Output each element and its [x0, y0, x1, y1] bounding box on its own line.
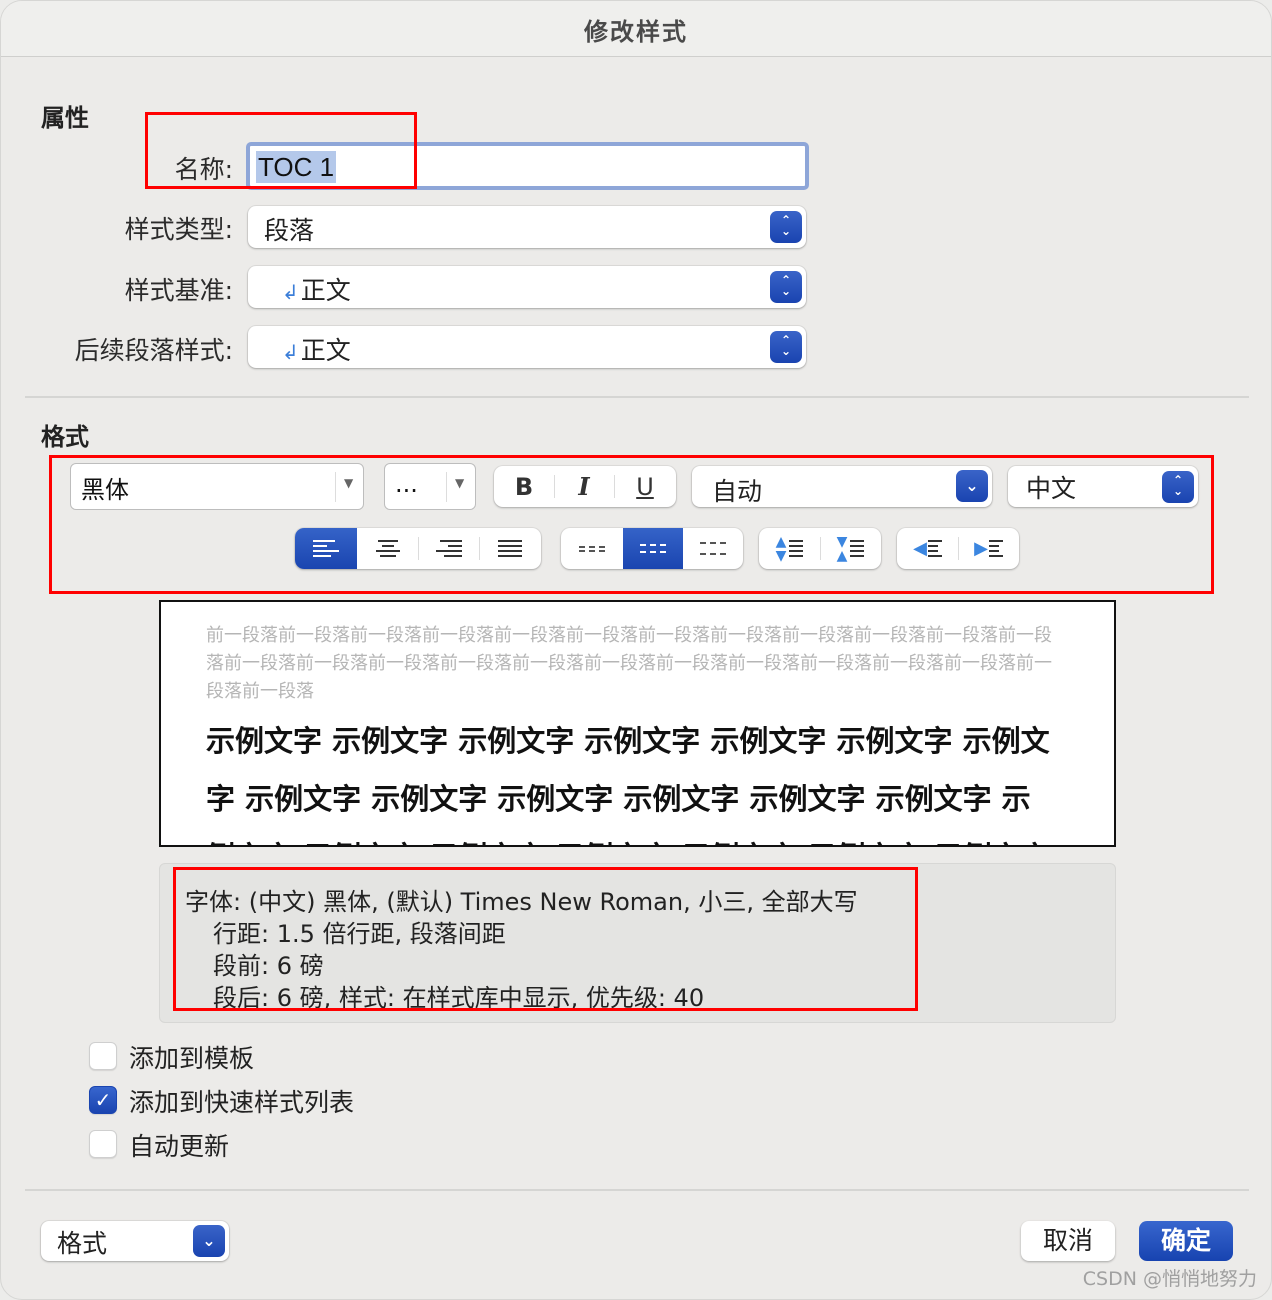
font-color-select[interactable]: 自动 ⌄: [692, 466, 992, 507]
auto-update-label: 自动更新: [129, 1132, 230, 1161]
align-right-icon: [435, 540, 462, 557]
format-heading: 格式: [41, 423, 89, 451]
add-to-template-label: 添加到模板: [129, 1044, 255, 1073]
decrease-indent-icon: ◀: [913, 539, 942, 557]
updown-stepper-icon: ⌃ ⌄: [1162, 471, 1194, 503]
auto-update-checkbox[interactable]: [89, 1130, 117, 1158]
underline-icon: U: [636, 472, 654, 501]
font-size-combo[interactable]: ... ▼: [384, 463, 476, 510]
style-description: 字体: (中文) 黑体, (默认) Times New Roman, 小三, 全…: [159, 863, 1116, 1023]
based-on-label: 样式基准:: [124, 276, 233, 305]
dropdown-arrow-icon[interactable]: ▼: [455, 476, 464, 490]
description-font: 字体: (中文) 黑体, (默认) Times New Roman, 小三, 全…: [185, 888, 858, 916]
format-menu-label: 格式: [57, 1229, 108, 1258]
align-right-button[interactable]: [418, 528, 479, 569]
description-line-spacing: 行距: 1.5 倍行距, 段落间距: [213, 920, 506, 948]
next-style-select[interactable]: ↲正文 ⌃ ⌄: [248, 326, 806, 368]
name-value-selected: TOC 1: [256, 151, 337, 183]
updown-stepper-icon: ⌃ ⌄: [770, 271, 802, 303]
modify-style-dialog: 修改样式 属性 名称: TOC 1 样式类型: 段落 ⌃ ⌄ 样式基准: ↲正文 …: [0, 0, 1272, 1300]
chevron-down-icon: ⌄: [193, 1225, 225, 1257]
updown-stepper-icon: ⌃ ⌄: [770, 211, 802, 243]
footer-divider: [25, 1189, 1249, 1191]
next-style-label: 后续段落样式:: [74, 336, 233, 365]
align-center-button[interactable]: [357, 528, 418, 569]
add-to-quick-styles-checkbox[interactable]: ✓: [89, 1086, 117, 1114]
underline-button[interactable]: U: [614, 466, 676, 507]
style-type-value: 段落: [264, 216, 315, 245]
based-on-value: 正文: [300, 276, 351, 305]
style-type-label: 样式类型:: [124, 215, 233, 244]
one-and-half-spacing-icon: [640, 544, 666, 553]
font-name-combo[interactable]: 黑体 ▼: [70, 463, 364, 510]
bold-icon: B: [514, 472, 534, 501]
indent-group: ◀ ▶: [897, 528, 1019, 569]
justify-button[interactable]: [479, 528, 541, 569]
add-to-template-checkbox[interactable]: [89, 1042, 117, 1070]
double-spacing-icon: [700, 542, 726, 555]
description-space-after: 段后: 6 磅, 样式: 在样式库中显示, 优先级: 40: [213, 984, 705, 1012]
properties-heading: 属性: [41, 104, 89, 132]
single-spacing-icon: [579, 545, 605, 552]
decrease-paragraph-spacing-button[interactable]: ▼ ▲: [820, 528, 881, 569]
updown-stepper-icon: ⌃ ⌄: [770, 331, 802, 363]
increase-paragraph-spacing-button[interactable]: ▲ ▼: [759, 528, 820, 569]
single-spacing-button[interactable]: [561, 528, 623, 569]
font-size-value: ...: [395, 470, 418, 498]
align-left-icon: [313, 540, 339, 557]
combo-separator: [446, 472, 447, 502]
checkmark-icon: ✓: [94, 1088, 112, 1112]
section-divider: [25, 396, 1249, 398]
justify-icon: [498, 540, 522, 557]
description-space-before: 段前: 6 磅: [213, 952, 324, 980]
format-menu-button[interactable]: 格式 ⌄: [41, 1221, 229, 1261]
paragraph-spacing-group: ▲ ▼ ▼ ▲: [759, 528, 881, 569]
font-name-value: 黑体: [81, 476, 129, 504]
title-bar: 修改样式: [1, 1, 1271, 57]
decrease-spacing-icon: ▼ ▲: [837, 535, 865, 563]
next-style-value: 正文: [300, 336, 351, 365]
name-label: 名称:: [174, 155, 233, 184]
cancel-button[interactable]: 取消: [1021, 1221, 1115, 1261]
script-select[interactable]: 中文 ⌃ ⌄: [1008, 466, 1198, 507]
add-to-quick-styles-label: 添加到快速样式列表: [129, 1088, 355, 1117]
font-color-value: 自动: [712, 477, 763, 506]
italic-button[interactable]: I: [554, 466, 614, 507]
italic-icon: I: [578, 472, 590, 501]
align-left-button[interactable]: [295, 528, 357, 569]
style-type-select[interactable]: 段落 ⌃ ⌄: [248, 206, 806, 248]
ok-button[interactable]: 确定: [1139, 1221, 1233, 1261]
paragraph-mark-icon: ↲: [282, 340, 299, 364]
previous-paragraph-text: 前一段落前一段落前一段落前一段落前一段落前一段落前一段落前一段落前一段落前一段落…: [206, 625, 1052, 702]
alignment-group: [295, 528, 541, 569]
chevron-down-icon: ⌄: [956, 470, 988, 502]
combo-separator: [335, 472, 336, 502]
style-preview: 前一段落前一段落前一段落前一段落前一段落前一段落前一段落前一段落前一段落前一段落…: [159, 600, 1116, 847]
text-style-group: B I U: [494, 466, 676, 507]
name-input[interactable]: TOC 1: [246, 142, 809, 190]
sample-text: 示例文字 示例文字 示例文字 示例文字 示例文字 示例文字 示例文字 示例文字 …: [206, 724, 1050, 845]
increase-indent-button[interactable]: ▶: [958, 528, 1019, 569]
dialog-title: 修改样式: [584, 18, 688, 46]
line-spacing-group: [561, 528, 743, 569]
decrease-indent-button[interactable]: ◀: [897, 528, 958, 569]
double-spacing-button[interactable]: [683, 528, 743, 569]
script-value: 中文: [1026, 474, 1077, 503]
watermark: CSDN @悄悄地努力: [1082, 1268, 1257, 1290]
bold-button[interactable]: B: [494, 466, 554, 507]
dropdown-arrow-icon[interactable]: ▼: [344, 476, 353, 490]
one-and-half-spacing-button[interactable]: [623, 528, 683, 569]
based-on-select[interactable]: ↲正文 ⌃ ⌄: [248, 266, 806, 308]
increase-spacing-icon: ▲ ▼: [776, 535, 804, 563]
paragraph-mark-icon: ↲: [282, 280, 299, 304]
align-center-icon: [375, 540, 400, 557]
increase-indent-icon: ▶: [974, 539, 1003, 557]
